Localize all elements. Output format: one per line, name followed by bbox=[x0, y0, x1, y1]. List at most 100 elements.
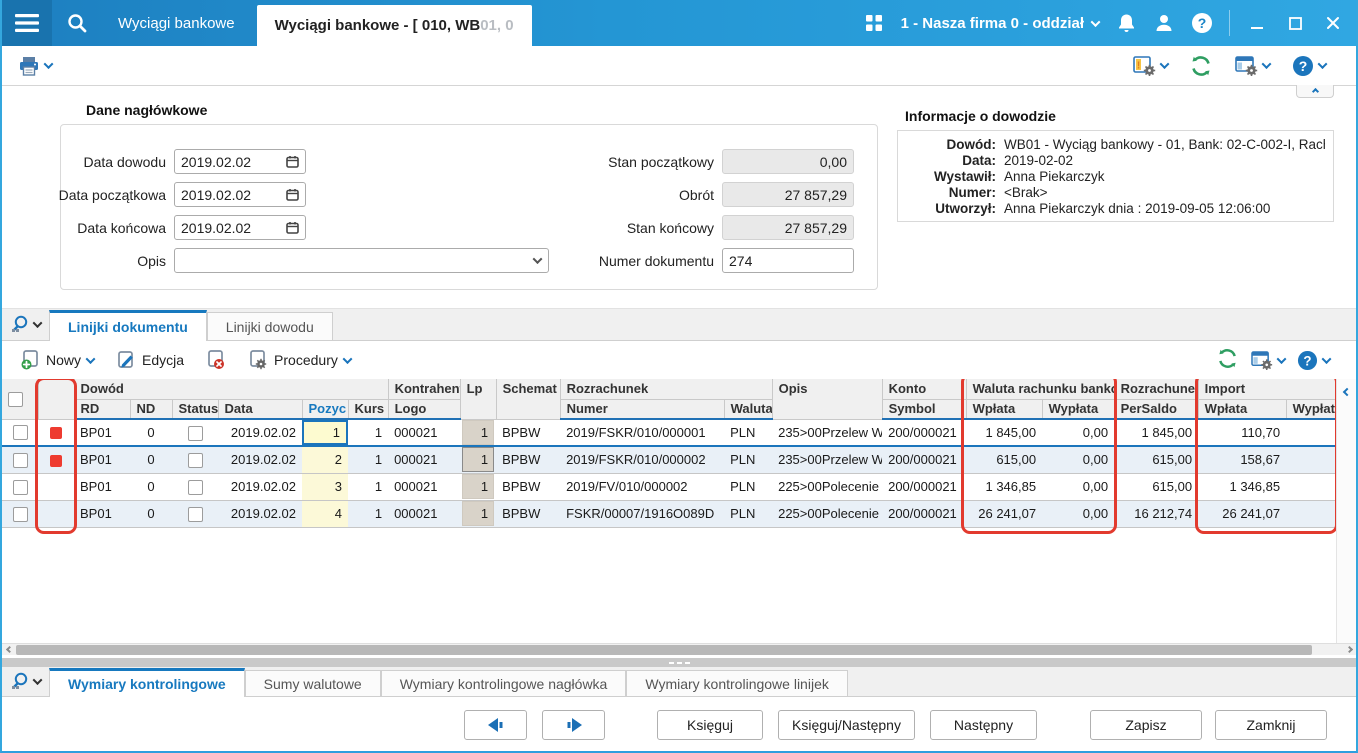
col-status[interactable]: Status bbox=[172, 399, 218, 419]
cell-lp[interactable]: 1 bbox=[460, 446, 496, 473]
row-select-cell[interactable] bbox=[2, 419, 38, 446]
row-checkbox[interactable] bbox=[13, 453, 28, 468]
table-row[interactable]: BP01 0 2019.02.02 1 1 000021 1 BPBW 2019… bbox=[2, 419, 1336, 446]
notifications-bell-icon[interactable] bbox=[1109, 6, 1143, 40]
col-group-import[interactable]: Import bbox=[1198, 379, 1336, 399]
col-opis[interactable]: Opis bbox=[772, 379, 882, 419]
alerts-settings-button[interactable]: ! bbox=[1126, 52, 1174, 80]
col-group-rozrachunek[interactable]: Rozrachunek bbox=[560, 379, 772, 399]
cell-persaldo[interactable]: 615,00 bbox=[1114, 446, 1198, 473]
cell-data[interactable]: 2019.02.02 bbox=[218, 419, 302, 446]
data-poczatkowa-input[interactable] bbox=[174, 182, 306, 207]
data-search-chevron-icon[interactable] bbox=[33, 318, 43, 328]
cell-pozycja[interactable]: 1 bbox=[302, 419, 348, 446]
status-checkbox[interactable] bbox=[188, 453, 203, 468]
col-group-waluta-rachunku[interactable]: Waluta rachunku banko bbox=[966, 379, 1114, 399]
cell-numer[interactable]: FSKR/00007/1916O089D bbox=[560, 500, 724, 527]
cell-logo[interactable]: 000021 bbox=[388, 419, 460, 446]
cell-lp[interactable]: 1 bbox=[460, 419, 496, 446]
cell-opis[interactable]: 225>00Polecenie P bbox=[772, 473, 882, 500]
cell-import-wyplata[interactable] bbox=[1286, 446, 1336, 473]
cell-waluta[interactable]: PLN bbox=[724, 500, 772, 527]
cell-logo[interactable]: 000021 bbox=[388, 473, 460, 500]
cell-data[interactable]: 2019.02.02 bbox=[218, 446, 302, 473]
cell-kurs[interactable]: 1 bbox=[348, 500, 388, 527]
cell-rd[interactable]: BP01 bbox=[74, 500, 130, 527]
cell-symbol[interactable]: 200/000021 bbox=[882, 473, 966, 500]
data-search-chevron-icon[interactable] bbox=[33, 675, 43, 685]
ksieguj-nastepny-button[interactable]: Księguj/Następny bbox=[778, 710, 915, 740]
table-row[interactable]: BP01 0 2019.02.02 4 1 000021 1 BPBW FSKR… bbox=[2, 500, 1336, 527]
row-select-cell[interactable] bbox=[2, 473, 38, 500]
col-schemat[interactable]: Schemat bbox=[496, 379, 560, 419]
row-checkbox[interactable] bbox=[13, 425, 28, 440]
col-wyplata[interactable]: Wypłata bbox=[1042, 399, 1114, 419]
col-persaldo[interactable]: PerSaldo bbox=[1114, 399, 1198, 419]
new-chevron-icon[interactable] bbox=[86, 354, 96, 364]
cell-import-wyplata[interactable] bbox=[1286, 500, 1336, 527]
col-wplata[interactable]: Wpłata bbox=[966, 399, 1042, 419]
cell-import-wplata[interactable]: 158,67 bbox=[1198, 446, 1286, 473]
window-maximize-button[interactable] bbox=[1278, 6, 1312, 40]
col-rd[interactable]: RD bbox=[74, 399, 130, 419]
cell-data[interactable]: 2019.02.02 bbox=[218, 473, 302, 500]
cell-status[interactable] bbox=[172, 500, 218, 527]
cell-wplata[interactable]: 615,00 bbox=[966, 446, 1042, 473]
scroll-left-icon[interactable] bbox=[2, 647, 16, 652]
row-checkbox[interactable] bbox=[13, 507, 28, 522]
col-waluta[interactable]: Waluta bbox=[724, 399, 772, 419]
tab-sumy-walutowe[interactable]: Sumy walutowe bbox=[245, 670, 381, 696]
row-checkbox[interactable] bbox=[13, 480, 28, 495]
active-document-tab[interactable]: Wyciągi bankowe - [ 010, WB01, 0 bbox=[257, 5, 532, 46]
cell-import-wplata[interactable]: 1 346,85 bbox=[1198, 473, 1286, 500]
cell-numer[interactable]: 2019/FSKR/010/000002 bbox=[560, 446, 724, 473]
cell-nd[interactable]: 0 bbox=[130, 500, 172, 527]
table-row[interactable]: BP01 0 2019.02.02 3 1 000021 1 BPBW 2019… bbox=[2, 473, 1336, 500]
cell-schemat[interactable]: BPBW bbox=[496, 446, 560, 473]
col-data[interactable]: Data bbox=[218, 399, 302, 419]
numer-dokumentu-input[interactable] bbox=[722, 248, 854, 273]
cell-rd[interactable]: BP01 bbox=[74, 419, 130, 446]
cell-numer[interactable]: 2019/FSKR/010/000001 bbox=[560, 419, 724, 446]
zapisz-button[interactable]: Zapisz bbox=[1090, 710, 1202, 740]
cell-logo[interactable]: 000021 bbox=[388, 500, 460, 527]
cell-nd[interactable]: 0 bbox=[130, 446, 172, 473]
cell-opis[interactable]: 225>00Polecenie P bbox=[772, 500, 882, 527]
tab-wymiary-kontrolingowe-naglowka[interactable]: Wymiary kontrolingowe nagłówka bbox=[381, 670, 627, 696]
cell-symbol[interactable]: 200/000021 bbox=[882, 446, 966, 473]
cell-kurs[interactable]: 1 bbox=[348, 473, 388, 500]
grid-help-button[interactable]: ? bbox=[1297, 350, 1330, 371]
cell-waluta[interactable]: PLN bbox=[724, 419, 772, 446]
scrollbar-thumb[interactable] bbox=[16, 645, 1312, 655]
grid-settings-chevron-icon[interactable] bbox=[1262, 59, 1272, 69]
cell-rd[interactable]: BP01 bbox=[74, 473, 130, 500]
col-group-konto[interactable]: Konto bbox=[882, 379, 966, 399]
cell-import-wplata[interactable]: 26 241,07 bbox=[1198, 500, 1286, 527]
status-checkbox[interactable] bbox=[188, 426, 203, 441]
status-checkbox[interactable] bbox=[188, 480, 203, 495]
cell-symbol[interactable]: 200/000021 bbox=[882, 500, 966, 527]
previous-record-button[interactable] bbox=[464, 710, 527, 740]
grid-refresh-button[interactable] bbox=[1217, 348, 1238, 372]
cell-waluta[interactable]: PLN bbox=[724, 446, 772, 473]
data-koncowa-input[interactable] bbox=[174, 215, 306, 240]
select-all-checkbox[interactable] bbox=[8, 392, 23, 407]
data-search-icon[interactable] bbox=[2, 666, 49, 696]
cell-nd[interactable]: 0 bbox=[130, 419, 172, 446]
cell-wplata[interactable]: 1 346,85 bbox=[966, 473, 1042, 500]
cell-schemat[interactable]: BPBW bbox=[496, 473, 560, 500]
grid-settings-button[interactable] bbox=[1228, 52, 1276, 80]
select-all-header[interactable] bbox=[2, 379, 38, 419]
scroll-right-icon[interactable] bbox=[1342, 647, 1356, 652]
window-close-button[interactable] bbox=[1316, 6, 1350, 40]
col-lp[interactable]: Lp bbox=[460, 379, 496, 419]
panel-splitter[interactable] bbox=[2, 655, 1356, 667]
tab-wymiary-kontrolingowe[interactable]: Wymiary kontrolingowe bbox=[49, 668, 245, 697]
print-options-chevron-icon[interactable] bbox=[44, 59, 54, 69]
next-record-button[interactable] bbox=[542, 710, 605, 740]
col-group-kontrahent[interactable]: Kontrahent bbox=[388, 379, 460, 399]
new-button[interactable]: Nowy bbox=[12, 345, 102, 375]
tab-wymiary-kontrolingowe-linijek[interactable]: Wymiary kontrolingowe linijek bbox=[626, 670, 848, 696]
zamknij-button[interactable]: Zamknij bbox=[1215, 710, 1327, 740]
cell-data[interactable]: 2019.02.02 bbox=[218, 500, 302, 527]
